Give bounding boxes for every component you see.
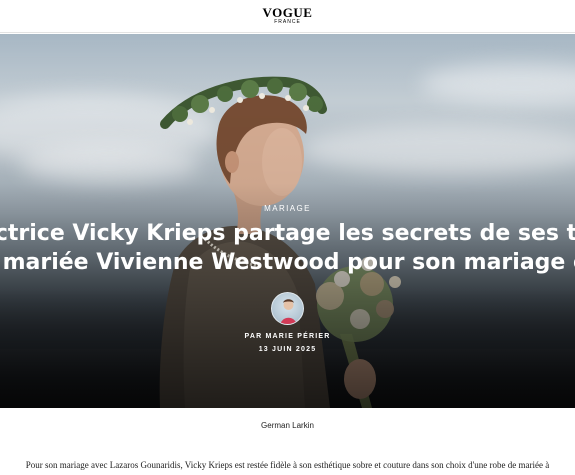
article-category[interactable]: MARIAGE xyxy=(0,204,575,213)
hero-image: MARIAGE actrice Vicky Krieps partage les… xyxy=(0,34,575,408)
vogue-logo-edition: FRANCE xyxy=(274,18,301,25)
author-avatar[interactable] xyxy=(271,292,304,325)
photo-credit: German Larkin xyxy=(261,421,314,430)
headline-line-1: actrice Vicky Krieps partage les secrets… xyxy=(0,221,575,246)
vogue-logo[interactable]: VOGUE xyxy=(263,6,313,19)
headline-line-2: e mariée Vivienne Westwood pour son mari… xyxy=(0,250,575,275)
publish-date: 13 JUIN 2025 xyxy=(258,346,317,353)
article-headline: actrice Vicky Krieps partage les secrets… xyxy=(0,219,575,277)
article-intro-paragraph: Pour son mariage avec Lazaros Gounaridis… xyxy=(25,460,550,470)
author-byline[interactable]: PAR MARIE PÉRIER xyxy=(0,333,575,340)
site-header: VOGUE FRANCE xyxy=(0,0,575,33)
